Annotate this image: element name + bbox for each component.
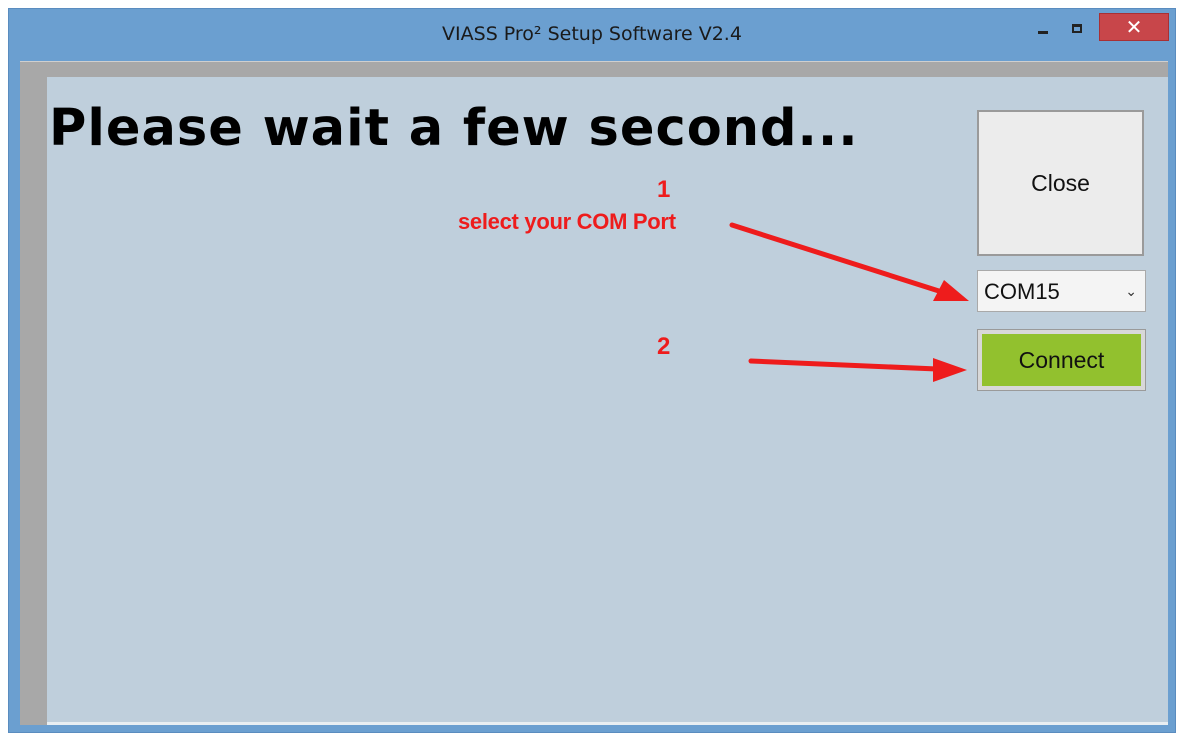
status-heading: Please wait a few second... [49, 99, 859, 158]
minimize-button[interactable] [1029, 13, 1057, 43]
window-title: VIASS Pro² Setup Software V2.4 [442, 23, 742, 45]
maximize-icon [1072, 23, 1082, 33]
com-port-value: COM15 [984, 279, 1060, 304]
connect-button-label: Connect [982, 334, 1141, 386]
annotation-step-2-number: 2 [657, 333, 671, 360]
close-icon: ✕ [1125, 15, 1143, 39]
chevron-down-icon: ⌄ [1125, 283, 1137, 299]
connect-button[interactable]: Connect [977, 329, 1146, 391]
close-button[interactable]: Close [977, 110, 1144, 256]
maximize-button[interactable] [1061, 13, 1093, 43]
annotation-step-1-text: select your COM Port [458, 209, 676, 234]
minimize-icon [1038, 30, 1048, 34]
client-frame: Please wait a few second... Close COM15 … [20, 61, 1168, 725]
arrow-to-connect [748, 358, 967, 382]
annotation-step-1-number: 1 [657, 176, 671, 203]
app-window: VIASS Pro² Setup Software V2.4 ✕ Please … [8, 8, 1176, 733]
title-bar[interactable]: VIASS Pro² Setup Software V2.4 ✕ [9, 9, 1175, 61]
client-area: Please wait a few second... Close COM15 … [47, 77, 1168, 725]
com-port-select[interactable]: COM15 ⌄ [977, 270, 1146, 312]
arrow-to-com-port [729, 222, 969, 301]
window-close-button[interactable]: ✕ [1099, 13, 1169, 41]
